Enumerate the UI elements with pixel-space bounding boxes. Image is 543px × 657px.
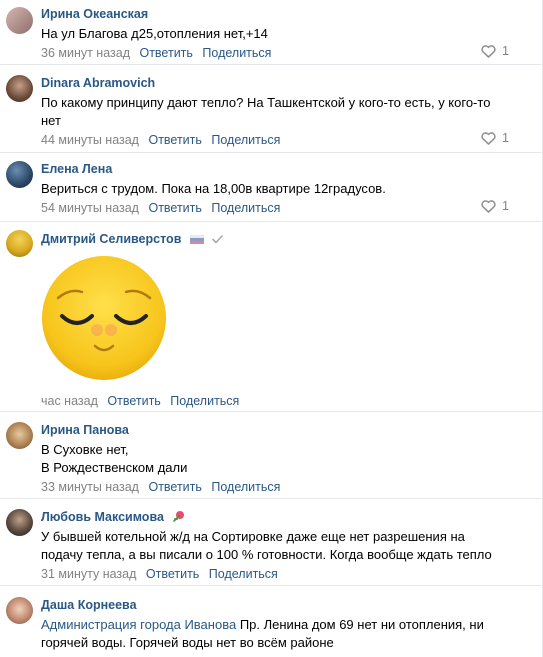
flag-icon [189,232,205,248]
like-count: 1 [502,131,509,145]
comment-meta: час назад Ответить Поделиться [41,393,239,409]
comment-author[interactable]: Любовь Максимова [41,509,523,525]
comment-author[interactable]: Даша Корнеева [41,597,523,613]
like-button[interactable]: 1 [481,44,509,58]
checkmark-icon [212,232,224,248]
comment-meta: 54 минуты назад Ответить Поделиться [41,200,523,216]
comment-item: Елена Лена Вериться с трудом. Пока на 18… [0,153,543,222]
comment-time[interactable]: 31 минуту назад [41,567,136,581]
share-link[interactable]: Поделиться [202,46,271,60]
reply-link[interactable]: Ответить [107,394,160,408]
like-count: 1 [502,199,509,213]
reply-link[interactable]: Ответить [146,567,199,581]
comment-author[interactable]: Ирина Океанская [41,6,523,22]
comment-text: На ул Благова д25,отопления нет,+14 [41,26,268,41]
avatar[interactable] [6,7,33,34]
comment-meta: 31 минуту назад Ответить Поделиться [41,566,523,582]
comment-text: Администрация города Иванова Пр. Ленина … [41,617,484,650]
comment-text: У бывшей котельной ж/д на Сортировке даж… [41,529,492,562]
reply-link[interactable]: Ответить [148,201,201,215]
comment-meta: 44 минуты назад Ответить Поделиться [41,132,523,148]
comment-author[interactable]: Елена Лена [41,161,523,177]
avatar[interactable] [6,75,33,102]
comment-item: Ирина Панова В Суховке нет, В Рождествен… [0,412,543,499]
like-button[interactable]: 1 [481,199,509,213]
comment-author[interactable]: Ирина Панова [41,422,523,438]
comment-text: По какому принципу дают тепло? На Ташкен… [41,95,491,128]
avatar[interactable] [6,509,33,536]
comment-text: В Суховке нет, В Рождественском дали [41,442,188,475]
comments-feed: Ирина Океанская На ул Благова д25,отопле… [0,0,543,657]
comment-item: Ирина Океанская На ул Благова д25,отопле… [0,0,543,65]
comment-item: Даша Корнеева Администрация города Ивано… [0,586,543,657]
heart-icon [481,131,496,145]
sleepy-smile-sticker [40,254,168,382]
like-count: 1 [502,44,509,58]
avatar[interactable] [6,422,33,449]
avatar[interactable] [6,161,33,188]
avatar[interactable] [6,597,33,624]
comment-time[interactable]: час назад [41,394,98,408]
heart-icon [481,44,496,58]
comment-text: Вериться с трудом. Пока на 18,00в кварти… [41,181,386,196]
avatar[interactable] [6,230,33,257]
comment-time[interactable]: 33 минуты назад [41,480,139,494]
heart-icon [481,199,496,213]
comment-meta: 33 минуты назад Ответить Поделиться [41,479,523,495]
like-button[interactable]: 1 [481,131,509,145]
share-link[interactable]: Поделиться [211,133,280,147]
reply-link[interactable]: Ответить [139,46,192,60]
comment-time[interactable]: 44 минуты назад [41,133,139,147]
share-link[interactable]: Поделиться [209,567,278,581]
comment-item: Дмитрий Селиверстов час назад Ответить П… [0,222,543,412]
comment-item: Любовь Максимова У бывшей котельной ж/д … [0,499,543,586]
comment-time[interactable]: 36 минут назад [41,46,130,60]
comment-item: Dinara Abramovich По какому принципу даю… [0,65,543,153]
comment-author[interactable]: Дмитрий Селиверстов [41,231,523,247]
comment-meta: 36 минут назад Ответить Поделиться [41,45,523,61]
share-link[interactable]: Поделиться [211,480,280,494]
reply-link[interactable]: Ответить [148,133,201,147]
rose-icon [172,510,186,526]
reply-link[interactable]: Ответить [148,480,201,494]
comment-time[interactable]: 54 минуты назад [41,201,139,215]
comment-author[interactable]: Dinara Abramovich [41,75,523,91]
share-link[interactable]: Поделиться [170,394,239,408]
mention-link[interactable]: Администрация города Иванова [41,617,236,632]
share-link[interactable]: Поделиться [211,201,280,215]
